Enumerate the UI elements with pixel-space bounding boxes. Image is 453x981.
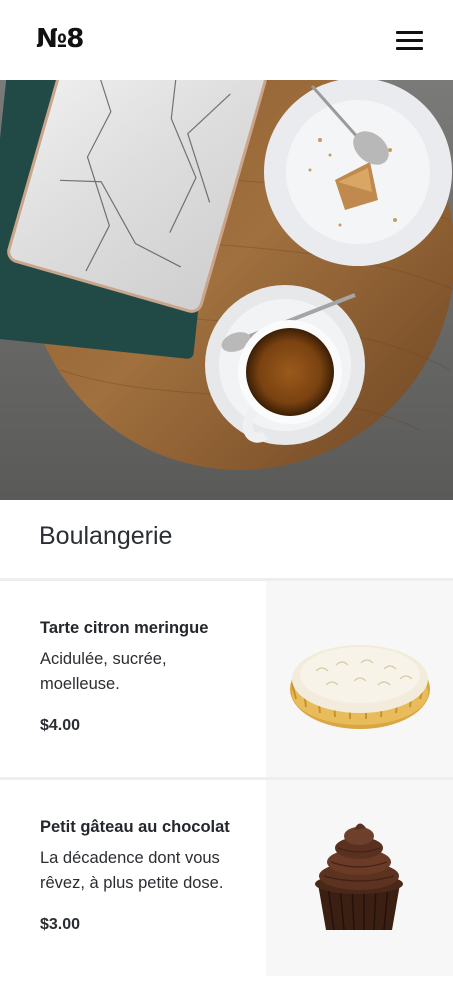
logo[interactable]: №8 [36, 24, 84, 54]
app-header: №8 [0, 0, 453, 80]
product-card[interactable]: Petit gâteau au chocolat La décadence do… [0, 780, 453, 976]
product-description: Acidulée, sucrée, moelleuse. [40, 650, 167, 693]
hamburger-menu-icon[interactable] [394, 28, 426, 54]
product-image-cupcake[interactable] [266, 780, 453, 976]
product-info: Petit gâteau au chocolat La décadence do… [40, 816, 255, 933]
product-price: $3.00 [40, 916, 81, 933]
product-card[interactable]: Tarte citron meringue Acidulée, sucrée, … [0, 581, 453, 777]
product-name: Petit gâteau au chocolat [40, 818, 230, 836]
hero-image [0, 80, 453, 500]
chocolate-cupcake-image [315, 823, 403, 931]
section-title: Boulangerie [39, 522, 173, 550]
lemon-meringue-tart-image [290, 645, 430, 729]
product-info: Tarte citron meringue Acidulée, sucrée, … [40, 617, 255, 734]
product-image-tart[interactable] [266, 581, 453, 777]
product-name: Tarte citron meringue [40, 619, 209, 637]
product-price: $4.00 [40, 717, 81, 734]
product-description: La décadence dont vous rêvez, à plus pet… [40, 849, 224, 892]
